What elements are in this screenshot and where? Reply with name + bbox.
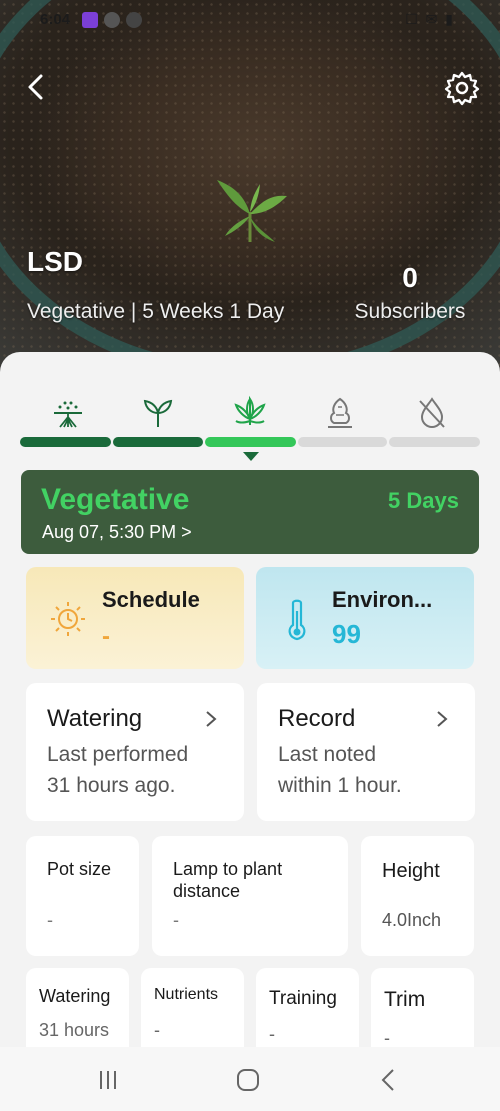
subscribers-label: Subscribers [354, 300, 466, 323]
pot-size-title: Pot size [47, 859, 112, 879]
environment-title: Environ... [332, 587, 433, 612]
stage-bar-harvest [389, 437, 480, 447]
stage-title: Vegetative [41, 483, 190, 516]
app-frame: 6:04 ☐ ✉ ▮ LSD Vegetative | 5 Weeks 1 Da… [0, 0, 500, 1111]
plant-stage-summary: Vegetative | 5 Weeks 1 Day [27, 300, 285, 323]
thermometer-icon [288, 599, 306, 641]
height-card[interactable]: Height 4.0Inch [361, 836, 474, 956]
leaf-icon[interactable] [230, 395, 270, 431]
record-title: Record [278, 705, 356, 732]
trim-value: - [384, 1028, 390, 1048]
nutrients-value: - [154, 1020, 160, 1040]
schedule-title: Schedule [102, 587, 200, 612]
app-notification-icon [82, 12, 98, 28]
status-right-icons: ☐ ✉ ▮ [405, 11, 455, 27]
status-bar: 6:04 ☐ ✉ ▮ [0, 8, 500, 32]
gear-icon[interactable] [444, 70, 480, 106]
alarm-icon [104, 12, 120, 28]
chevron-right-icon [437, 711, 448, 727]
bud-icon[interactable] [320, 395, 360, 431]
schedule-card[interactable]: Schedule - [26, 567, 244, 669]
settings-notification-icon [126, 12, 142, 28]
seedling-icon[interactable] [138, 395, 178, 431]
watering-card[interactable]: Watering Last performed 31 hours ago. [26, 683, 244, 821]
height-value: 4.0Inch [382, 910, 442, 930]
plant-name: LSD [27, 246, 83, 277]
recent-apps-icon[interactable] [93, 1065, 123, 1095]
watering-mini-value: 31 hours [39, 1020, 110, 1040]
lamp-distance-value: - [173, 910, 179, 930]
sun-clock-icon [51, 602, 85, 636]
drop-off-icon[interactable] [412, 395, 452, 431]
record-card[interactable]: Record Last noted within 1 hour. [257, 683, 475, 821]
environment-value: 99 [332, 619, 361, 649]
seedling-photo [217, 180, 287, 242]
lamp-distance-card[interactable]: Lamp to plant distance - [152, 836, 348, 956]
watering-line1: Last performed [47, 743, 189, 766]
training-title: Training [269, 988, 337, 1009]
current-stage-pointer [243, 452, 259, 461]
home-icon[interactable] [233, 1065, 263, 1095]
watering-line2: 31 hours ago. [47, 774, 176, 797]
trim-title: Trim [384, 988, 426, 1011]
environment-card[interactable]: Environ... 99 [256, 567, 474, 669]
system-nav-bar [0, 1047, 500, 1111]
pot-size-value: - [47, 910, 53, 930]
chevron-right-icon [206, 711, 217, 727]
lamp-distance-title: Lamp to plant distance [173, 859, 283, 901]
stage-bar-germination [20, 437, 111, 447]
watering-title: Watering [47, 705, 143, 732]
height-title: Height [382, 860, 440, 882]
current-stage-card[interactable]: Vegetative 5 Days Aug 07, 5:30 PM > [21, 470, 479, 554]
stage-days: 5 Days [388, 488, 459, 513]
back-nav-icon[interactable] [374, 1065, 404, 1095]
subscribers-count: 0 [402, 262, 418, 293]
stage-bar-seedling [113, 437, 203, 447]
training-value: - [269, 1024, 275, 1044]
schedule-value: - [102, 623, 110, 650]
nutrients-title: Nutrients [154, 986, 219, 1003]
stage-bar-vegetative [205, 437, 296, 447]
stage-start-date[interactable]: Aug 07, 5:30 PM > [42, 522, 192, 543]
watering-mini-title: Watering [39, 986, 111, 1006]
back-arrow-icon[interactable] [22, 72, 52, 102]
stage-bar-flowering [298, 437, 387, 447]
record-line1: Last noted [278, 743, 377, 766]
stage-progress-bars [20, 437, 480, 449]
sprout-roots-icon[interactable] [48, 395, 88, 431]
plant-hero-photo: 6:04 ☐ ✉ ▮ LSD Vegetative | 5 Weeks 1 Da… [0, 0, 500, 380]
pot-size-card[interactable]: Pot size - [26, 836, 139, 956]
stage-icons-row [20, 395, 480, 435]
record-line2: within 1 hour. [278, 774, 402, 797]
status-time: 6:04 [40, 11, 71, 28]
